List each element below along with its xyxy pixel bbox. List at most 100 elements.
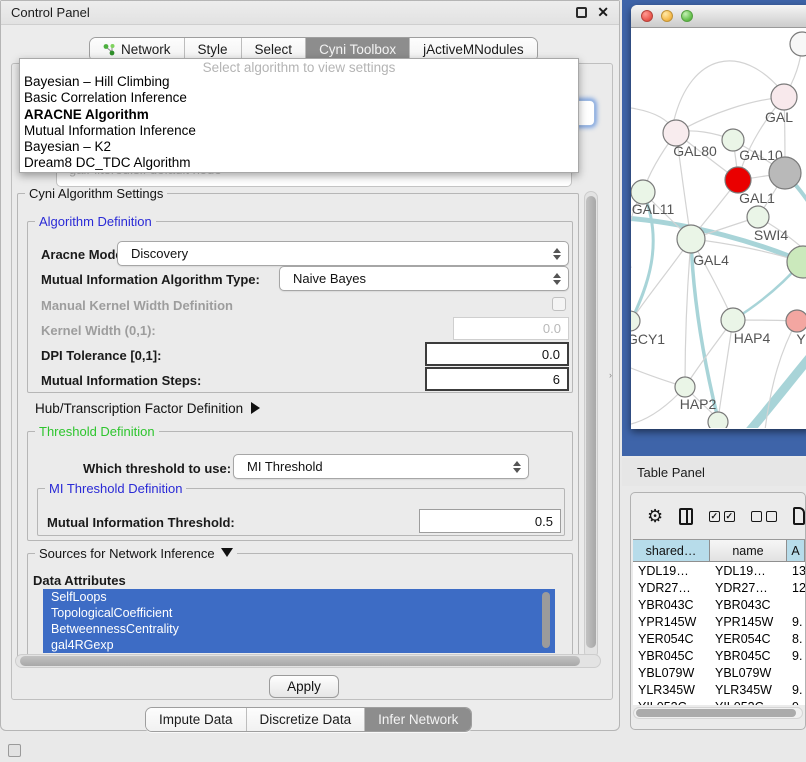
table-cell[interactable]: 9. <box>787 647 805 664</box>
sources-toggle[interactable]: Sources for Network Inference <box>35 546 237 561</box>
manual-kernel-checkbox[interactable] <box>552 297 566 311</box>
table-row[interactable]: YLR345WYLR345W9. <box>633 681 805 698</box>
column-layout-icon[interactable] <box>679 508 693 525</box>
network-node-HAP4[interactable] <box>721 308 745 332</box>
table-cell[interactable]: 8. <box>787 630 805 647</box>
mi-threshold-field[interactable]: 0.5 <box>419 509 561 533</box>
network-node-unlabeled-gray[interactable] <box>769 157 801 189</box>
attribute-list-item[interactable]: SelfLoops <box>43 589 555 605</box>
table-cell[interactable]: YBR045C <box>633 647 710 664</box>
table-cell[interactable] <box>787 596 805 613</box>
tab-label: Discretize Data <box>260 712 352 727</box>
table-cell[interactable]: YPR145W <box>633 613 710 630</box>
splitter-handle-icon[interactable]: › <box>609 370 615 380</box>
attribute-list-item[interactable]: gal4RGexp <box>43 637 555 653</box>
scrollbar-thumb[interactable] <box>636 709 796 717</box>
settings-vertical-scrollbar[interactable] <box>584 191 598 659</box>
table-cell[interactable]: YER054C <box>633 630 710 647</box>
table-row[interactable]: YIL052CYIL052C9. <box>633 698 805 705</box>
panel-grip-icon[interactable] <box>8 744 21 757</box>
file-icon[interactable] <box>793 507 805 525</box>
tab-impute-data[interactable]: Impute Data <box>146 708 247 731</box>
settings-gear-icon[interactable]: ⚙ <box>647 507 663 525</box>
table-cell[interactable]: YPR145W <box>710 613 787 630</box>
table-row[interactable]: YBR043CYBR043C <box>633 596 805 613</box>
tab-infer-network[interactable]: Infer Network <box>365 708 471 731</box>
table-cell[interactable]: YLR345W <box>633 681 710 698</box>
table-row[interactable]: YBL079WYBL079W <box>633 664 805 681</box>
table-cell[interactable]: YDR27… <box>710 579 787 596</box>
float-window-icon[interactable] <box>576 7 587 18</box>
network-node-unlabeled-top[interactable] <box>790 32 806 56</box>
table-row[interactable]: YER054CYER054C8. <box>633 630 805 647</box>
mi-type-combo[interactable]: Naive Bayes <box>279 266 569 291</box>
table-cell[interactable]: YBL079W <box>710 664 787 681</box>
deselect-all-icon[interactable] <box>751 511 777 522</box>
column-header-shared-name[interactable]: shared… <box>633 540 710 562</box>
table-cell[interactable]: 12 <box>787 579 805 596</box>
table-cell[interactable]: YBR043C <box>633 596 710 613</box>
table-panel-title: Table Panel <box>637 465 705 480</box>
data-attributes-list[interactable]: SelfLoopsTopologicalCoefficientBetweenne… <box>43 589 555 653</box>
column-header-name[interactable]: name <box>710 540 787 562</box>
list-scrollbar-thumb[interactable] <box>542 592 550 648</box>
algorithm-option[interactable]: ARACNE Algorithm <box>20 107 578 123</box>
settings-horizontal-scrollbar[interactable] <box>15 654 601 668</box>
network-node-unlabeled-green-right[interactable] <box>787 246 806 278</box>
kernel-width-field[interactable]: 0.0 <box>453 317 569 340</box>
table-cell[interactable]: YBL079W <box>633 664 710 681</box>
table-cell[interactable]: 13 <box>787 562 805 579</box>
table-cell[interactable]: 9. <box>787 681 805 698</box>
table-row[interactable]: YDL19…YDL19…13 <box>633 562 805 579</box>
network-node-salmon-partial[interactable] <box>786 310 806 332</box>
table-cell[interactable]: YBR043C <box>710 596 787 613</box>
zoom-traffic-light-icon[interactable] <box>681 10 693 22</box>
attribute-list-item[interactable]: TopologicalCoefficient <box>43 605 555 621</box>
minimize-traffic-light-icon[interactable] <box>661 10 673 22</box>
algorithm-option[interactable]: Bayesian – Hill Climbing <box>20 74 578 90</box>
network-node-HAP2[interactable] <box>675 377 695 397</box>
network-node-GAL4[interactable] <box>677 225 705 253</box>
algorithm-option[interactable]: Bayesian – K2 <box>20 139 578 155</box>
scrollbar-thumb[interactable] <box>586 196 596 648</box>
network-node-unlabeled-bottom[interactable] <box>708 412 728 428</box>
table-cell[interactable]: 9. <box>787 698 805 705</box>
mi-steps-field[interactable]: 6 <box>425 367 569 391</box>
scrollbar-thumb[interactable] <box>20 656 580 666</box>
network-node-GCY1[interactable] <box>631 311 640 331</box>
table-cell[interactable]: 9. <box>787 613 805 630</box>
aracne-mode-combo[interactable]: Discovery <box>117 241 569 266</box>
network-node-gal-partial[interactable] <box>771 84 797 110</box>
algorithm-option[interactable]: Dream8 DC_TDC Algorithm <box>20 155 578 171</box>
tab-discretize-data[interactable]: Discretize Data <box>247 708 366 731</box>
table-cell[interactable]: YDL19… <box>633 562 710 579</box>
close-traffic-light-icon[interactable] <box>641 10 653 22</box>
table-cell[interactable]: YLR345W <box>710 681 787 698</box>
table-row[interactable]: YPR145WYPR145W9. <box>633 613 805 630</box>
which-threshold-combo[interactable]: MI Threshold <box>233 454 529 479</box>
algorithm-option[interactable]: Basic Correlation Inference <box>20 90 578 106</box>
table-row[interactable]: YDR27…YDR27…12 <box>633 579 805 596</box>
table-horizontal-scrollbar[interactable] <box>633 707 803 719</box>
close-icon[interactable]: ✕ <box>597 7 609 18</box>
table-cell[interactable]: YIL052C <box>633 698 710 705</box>
select-all-icon[interactable]: ✓✓ <box>709 511 735 522</box>
network-node-SWI4[interactable] <box>747 206 769 228</box>
field-value: 0.5 <box>535 514 553 529</box>
table-cell[interactable]: YBR045C <box>710 647 787 664</box>
table-cell[interactable]: YDL19… <box>710 562 787 579</box>
column-header-partial[interactable]: A <box>787 540 805 562</box>
table-cell[interactable]: YDR27… <box>633 579 710 596</box>
node-table[interactable]: shared… name A YDL19…YDL19…13YDR27…YDR27… <box>633 539 805 705</box>
table-row[interactable]: YBR045CYBR045C9. <box>633 647 805 664</box>
network-canvas[interactable]: GALGAL80GAL10GAL1GAL11SWI4GAL4GCY1HAP4YH… <box>631 28 806 428</box>
dpi-tolerance-field[interactable]: 0.0 <box>425 342 569 366</box>
table-cell[interactable]: YIL052C <box>710 698 787 705</box>
attribute-list-item[interactable]: BetweennessCentrality <box>43 621 555 637</box>
algorithm-option[interactable]: Mutual Information Inference <box>20 123 578 139</box>
table-cell[interactable]: YER054C <box>710 630 787 647</box>
apply-button[interactable]: Apply <box>269 675 339 698</box>
aracne-mode-label: Aracne Mode: <box>41 247 127 262</box>
table-cell[interactable] <box>787 664 805 681</box>
hub-definition-toggle[interactable]: Hub/Transcription Factor Definition <box>35 401 260 416</box>
